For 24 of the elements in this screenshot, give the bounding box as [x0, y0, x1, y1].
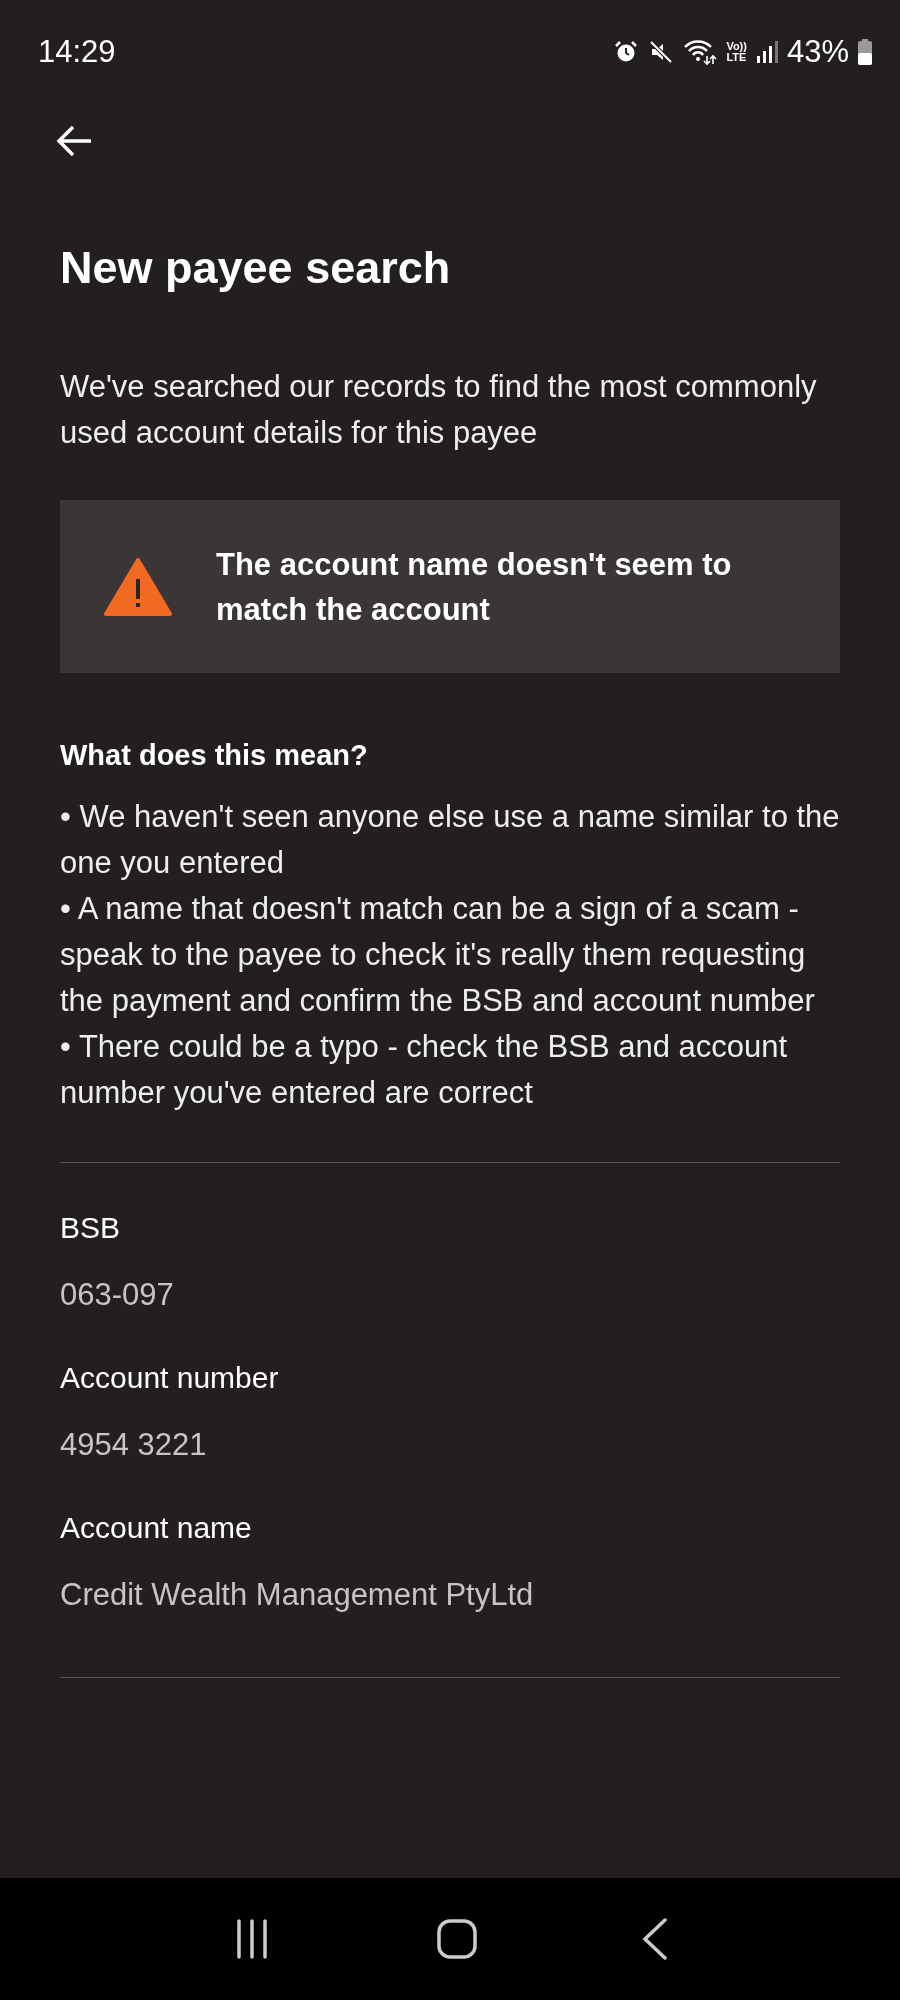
section-heading: What does this mean? [60, 739, 369, 772]
wifi-icon [683, 38, 718, 66]
field-label: BSB [60, 1211, 122, 1245]
field-value: 4954 3221 [60, 1427, 208, 1463]
bullet-text: • A name that doesn't match can be a sign of a scam - speak to the payee to check it's really them requesting the payment and confirm the BSB and account number [60, 890, 816, 1020]
warning-icon [104, 556, 172, 617]
intro-text: We've searched our records to find the most commonly used account details for this payee [60, 368, 818, 452]
field-label: Account name [60, 1511, 253, 1545]
signal-icon [755, 40, 778, 64]
field-label: Account number [60, 1361, 280, 1395]
muted-speaker-icon [648, 39, 675, 65]
lte-label: LTE [726, 52, 747, 63]
bullet-text: • We haven't seen anyone else use a name similar to the one you entered [60, 798, 840, 882]
home-icon[interactable] [437, 1919, 477, 1959]
field-value: 063-097 [60, 1277, 175, 1313]
page-title: New payee search [60, 242, 452, 294]
status-time: 14:29 [38, 34, 116, 70]
volte-label: Vo)) [726, 41, 747, 52]
battery-percent: 43% [786, 34, 849, 70]
warning-message: The account name doesn't seem to match the account [216, 545, 733, 629]
back-icon[interactable] [641, 1918, 668, 1960]
field-value: Credit Wealth Management PtyLtd [60, 1577, 535, 1613]
battery-icon [858, 39, 872, 65]
bullet-text: • There could be a typo - check the BSB and account number you've entered are correct [60, 1028, 789, 1112]
